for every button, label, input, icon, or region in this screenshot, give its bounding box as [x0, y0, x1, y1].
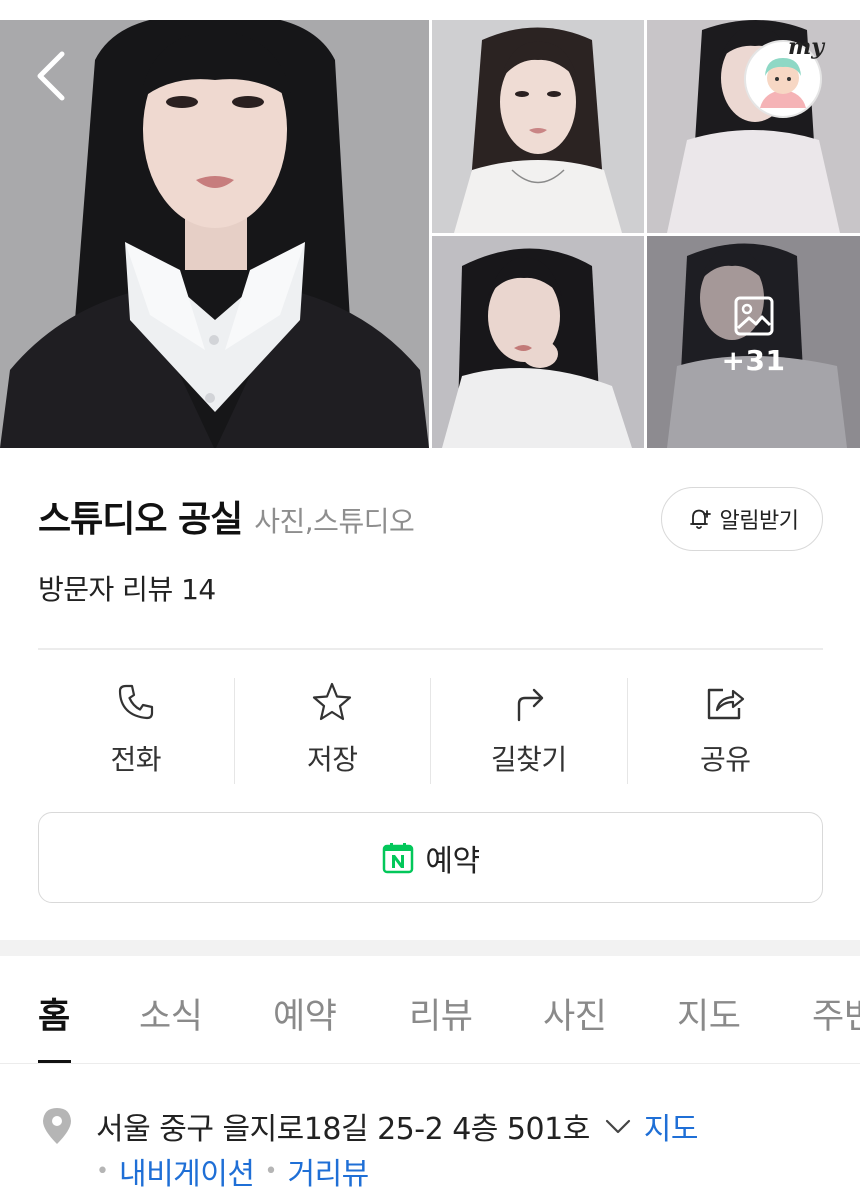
gallery-photo[interactable] — [432, 20, 644, 233]
directions-icon — [517, 688, 543, 722]
address-row: 서울 중구 을지로18길 25-2 4층 501호 지도 — [40, 1104, 699, 1148]
reserve-label: 예약 — [425, 843, 480, 879]
tab-home[interactable]: 홈 — [38, 988, 70, 1039]
call-label: 전화 — [110, 743, 162, 776]
street-view-link[interactable]: 거리뷰 — [287, 1149, 369, 1193]
section-separator — [0, 940, 860, 956]
image-stack-icon — [734, 296, 773, 336]
phone-icon — [118, 684, 153, 720]
tab-bar: 홈 소식 예약 리뷰 사진 지도 주변 — [0, 956, 860, 1064]
chevron-left-icon — [37, 51, 65, 101]
navigation-link[interactable]: 내비게이션 — [119, 1149, 255, 1193]
star-icon — [313, 682, 352, 721]
tab-news[interactable]: 소식 — [139, 988, 203, 1039]
tab-reservation[interactable]: 예약 — [273, 988, 337, 1039]
visitor-review-count[interactable]: 방문자 리뷰 14 — [38, 568, 216, 608]
tab-nearby[interactable]: 주변 — [812, 988, 860, 1039]
back-button[interactable] — [30, 46, 74, 106]
notify-label: 알림받기 — [719, 509, 799, 534]
save-button[interactable]: 저장 — [235, 678, 431, 784]
place-category: 사진,스튜디오 — [254, 505, 415, 538]
place-name: 스튜디오 공실 — [38, 499, 243, 540]
action-bar: 전화 저장 길찾기 공유 — [38, 678, 823, 784]
my-profile-button[interactable]: my — [744, 34, 824, 118]
bullet-dot: • — [96, 1158, 109, 1184]
chevron-down-icon[interactable] — [602, 1110, 634, 1142]
directions-label: 길찾기 — [490, 743, 567, 776]
notify-button[interactable]: 알림받기 — [661, 487, 823, 551]
naver-booking-icon — [383, 842, 414, 873]
photo-gallery: +31 my — [0, 0, 860, 448]
save-label: 저장 — [306, 743, 358, 776]
place-title-row: 스튜디오 공실 사진,스튜디오 — [38, 490, 415, 540]
divider — [38, 648, 823, 650]
call-button[interactable]: 전화 — [38, 678, 235, 784]
share-button[interactable]: 공유 — [628, 678, 824, 784]
map-link[interactable]: 지도 — [644, 1104, 699, 1148]
share-icon — [708, 688, 745, 720]
my-label: my — [788, 34, 825, 60]
directions-button[interactable]: 길찾기 — [431, 678, 628, 784]
address-text: 서울 중구 을지로18길 25-2 4층 501호 — [96, 1112, 590, 1147]
share-label: 공유 — [699, 743, 751, 776]
gallery-more-photos[interactable]: +31 — [647, 236, 860, 448]
bell-plus-icon — [689, 509, 711, 530]
location-pin-icon — [43, 1108, 71, 1144]
address-sub-links: • 내비게이션 • 거리뷰 — [96, 1150, 369, 1192]
tab-map[interactable]: 지도 — [677, 988, 741, 1039]
more-photos-count: +31 — [721, 344, 786, 377]
bullet-dot: • — [264, 1158, 278, 1184]
active-tab-indicator — [38, 1060, 71, 1063]
tab-photos[interactable]: 사진 — [543, 988, 607, 1039]
gallery-photo[interactable] — [432, 236, 644, 448]
reserve-button[interactable]: 예약 — [38, 812, 823, 903]
tab-reviews[interactable]: 리뷰 — [409, 988, 473, 1039]
